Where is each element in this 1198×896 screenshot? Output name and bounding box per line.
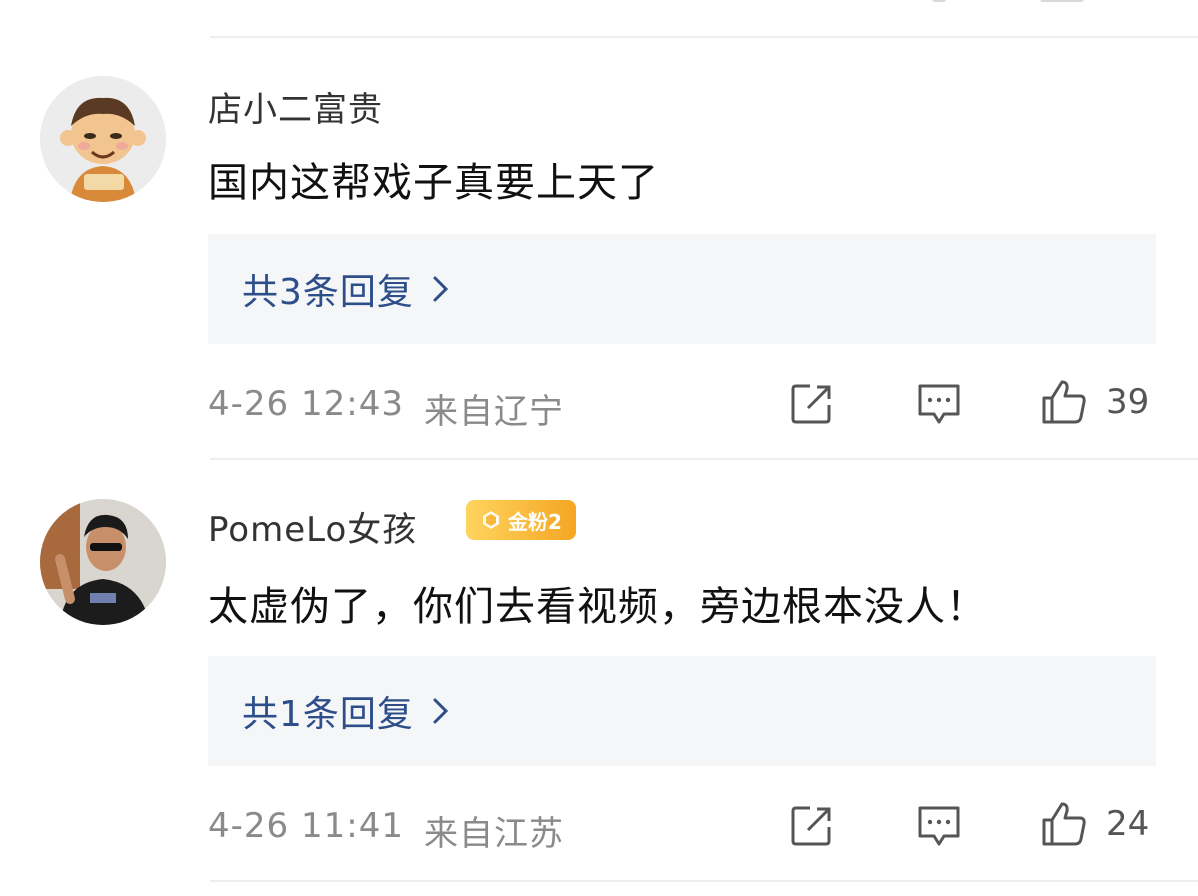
- comment-text: 国内这帮戏子真要上天了: [208, 160, 659, 206]
- username[interactable]: PomeLo女孩: [208, 502, 417, 551]
- chevron-right-icon: [433, 276, 449, 302]
- badge-label: 金粉2: [508, 509, 562, 534]
- diamond-icon: [483, 511, 500, 529]
- share-button[interactable]: [790, 382, 834, 426]
- comment-button[interactable]: [916, 804, 962, 848]
- comment-button[interactable]: [916, 382, 962, 426]
- person-photo-avatar-icon: [40, 499, 166, 625]
- replies-label: 共1条回复: [242, 694, 414, 735]
- share-button[interactable]: [790, 804, 834, 848]
- divider: [210, 458, 1198, 460]
- comment-meta: 4-26 11:41 来自江苏: [208, 806, 564, 855]
- thumbs-up-icon: [1042, 802, 1086, 846]
- timestamp: 4-26 11:41: [208, 806, 404, 846]
- cartoon-waiter-avatar-icon: [40, 76, 166, 202]
- replies-label: 共3条回复: [242, 272, 414, 313]
- like-count: 39: [1106, 382, 1150, 422]
- divider: [210, 36, 1198, 38]
- comment-icon: [918, 384, 960, 424]
- location: 来自辽宁: [423, 392, 564, 432]
- divider: [210, 880, 1198, 882]
- avatar[interactable]: [40, 76, 166, 202]
- previous-comment-action-edge: [1040, 0, 1084, 2]
- comment-icon: [918, 806, 960, 846]
- username[interactable]: 店小二富贵: [208, 82, 383, 131]
- timestamp: 4-26 12:43: [208, 384, 404, 424]
- share-icon: [791, 806, 831, 846]
- view-replies-button[interactable]: 共3条回复: [208, 234, 1156, 344]
- share-icon: [791, 384, 831, 424]
- thumbs-up-icon: [1042, 380, 1086, 424]
- like-button[interactable]: 24: [1040, 800, 1149, 848]
- like-button[interactable]: 39: [1040, 378, 1149, 426]
- view-replies-button[interactable]: 共1条回复: [208, 656, 1156, 766]
- avatar[interactable]: [40, 499, 166, 625]
- comment-meta: 4-26 12:43 来自辽宁: [208, 384, 564, 433]
- comment-text: 太虚伪了，你们去看视频，旁边根本没人！: [208, 584, 987, 630]
- location: 来自江苏: [423, 814, 564, 854]
- previous-comment-action-edge: [932, 0, 946, 2]
- like-count: 24: [1106, 804, 1150, 844]
- fan-level-badge: 金粉2: [466, 500, 576, 540]
- chevron-right-icon: [433, 698, 449, 724]
